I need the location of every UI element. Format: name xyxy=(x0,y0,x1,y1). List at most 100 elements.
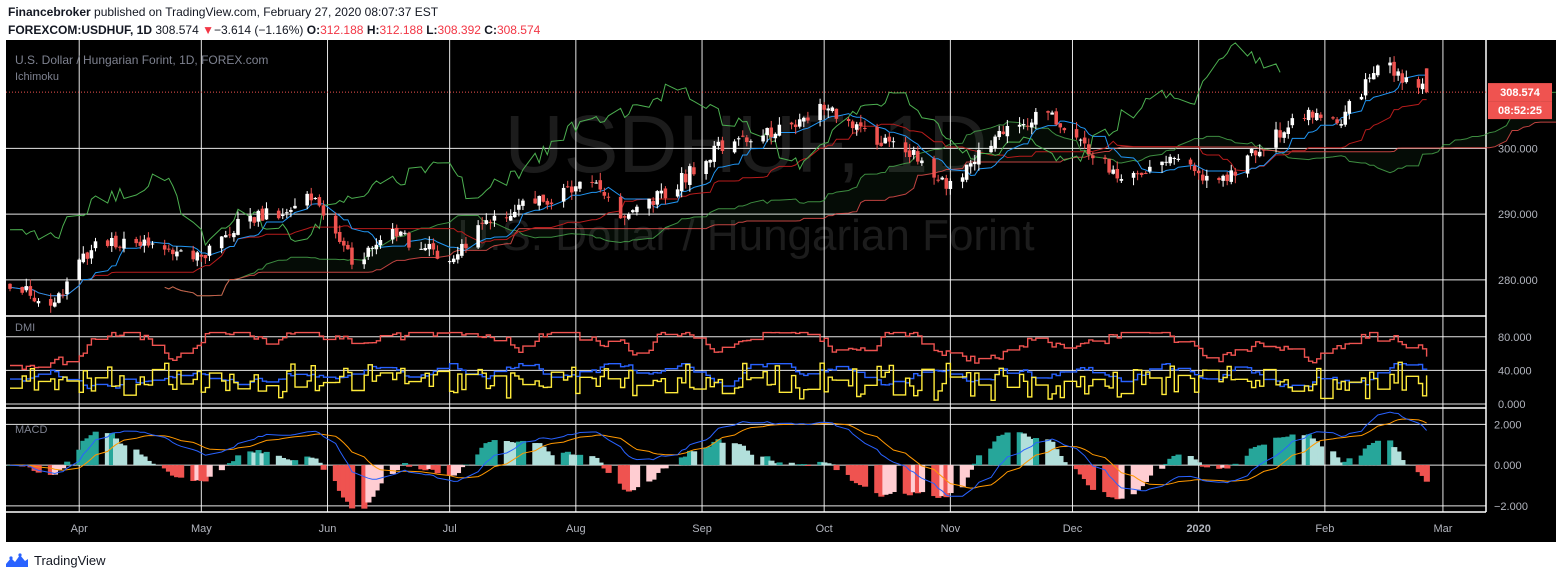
macd-axis-tick: −2.000 xyxy=(1494,501,1528,513)
candle xyxy=(1420,78,1425,94)
candle-body xyxy=(720,140,725,152)
tradingview-logo-icon[interactable] xyxy=(6,553,28,567)
candle-body xyxy=(590,181,594,183)
candle-body xyxy=(964,164,969,180)
candle-body xyxy=(24,286,29,291)
candle-body xyxy=(1274,129,1278,148)
candle xyxy=(93,237,98,252)
candle xyxy=(232,230,236,242)
candle-body xyxy=(1217,177,1221,181)
macd-histogram-bar xyxy=(976,455,983,466)
candle-body xyxy=(618,196,623,219)
candle xyxy=(1282,131,1286,144)
chart-area[interactable]: USDHUF, 1D U.S. Dollar / Hungarian Forint… xyxy=(6,40,1560,542)
candle-body xyxy=(977,150,981,165)
dmi-axis-tick: 40.000 xyxy=(1498,365,1532,377)
candle xyxy=(1331,116,1335,120)
candle xyxy=(1229,164,1234,185)
candle-body xyxy=(854,124,859,130)
macd-histogram-bar xyxy=(862,465,869,487)
macd-axis-tick: 0.000 xyxy=(1494,460,1522,472)
candle xyxy=(248,208,252,229)
last-price: 308.574 xyxy=(155,23,199,37)
candle xyxy=(1168,154,1172,166)
candle xyxy=(1200,169,1205,185)
candle-body xyxy=(162,245,167,250)
macd-histogram-bar xyxy=(1089,465,1097,490)
candle-body xyxy=(1388,62,1392,66)
candle-body xyxy=(903,142,908,153)
candle-body xyxy=(1363,79,1368,96)
candle-body xyxy=(248,215,252,222)
candle-body xyxy=(20,286,24,293)
time-axis-tick: Jun xyxy=(319,523,337,535)
macd-histogram-bar xyxy=(316,462,323,466)
candle-body xyxy=(521,200,525,206)
candle-body xyxy=(769,127,774,138)
candle-body xyxy=(1131,172,1136,178)
dmi-plus-line xyxy=(10,363,1428,390)
candle xyxy=(175,246,179,261)
candle-body xyxy=(513,211,517,218)
candle xyxy=(1253,149,1258,164)
publish-text: published on TradingView.com, February 2… xyxy=(90,5,439,19)
candle xyxy=(223,230,228,238)
candle-body xyxy=(1359,96,1364,100)
candle-body xyxy=(1143,173,1148,175)
candle-body xyxy=(879,142,883,146)
candle xyxy=(732,139,737,154)
candle-body xyxy=(447,261,452,263)
candle xyxy=(28,279,33,300)
time-axis-tick: Oct xyxy=(816,523,833,535)
candle-body xyxy=(830,107,835,111)
candle xyxy=(1347,99,1352,120)
candle xyxy=(65,277,69,300)
candle-body xyxy=(936,179,940,181)
macd-histogram-bar xyxy=(748,454,755,466)
close-label: C: xyxy=(484,23,497,37)
candle-body xyxy=(712,145,717,162)
candle-body xyxy=(1290,118,1295,126)
candle-body xyxy=(464,243,468,249)
candle-body xyxy=(883,137,887,144)
candle-body xyxy=(451,258,456,263)
candle-body xyxy=(179,250,183,252)
brand-name[interactable]: TradingView xyxy=(34,553,106,568)
candle-body xyxy=(1420,83,1425,90)
candle xyxy=(541,194,546,203)
candle xyxy=(964,164,969,183)
candle-body xyxy=(1347,101,1352,114)
candle-body xyxy=(635,206,639,213)
macd-histogram-bar xyxy=(833,465,840,471)
candle xyxy=(199,254,204,263)
candle-body xyxy=(859,122,863,127)
macd-histogram-bar xyxy=(1399,460,1406,466)
chart-svg[interactable]: USDHUF, 1DU.S. Dollar / Hungarian Forint… xyxy=(6,40,1560,542)
candle-body xyxy=(761,135,765,142)
macd-histogram-bar xyxy=(434,465,441,474)
candle-body xyxy=(370,247,375,249)
time-axis-tick: Feb xyxy=(1315,523,1334,535)
candle xyxy=(1314,108,1319,122)
candle xyxy=(1392,56,1396,82)
candle-body xyxy=(1221,175,1225,181)
candle-body xyxy=(708,159,712,163)
candle-body xyxy=(1111,169,1115,174)
candle-body xyxy=(822,104,826,110)
candle-body xyxy=(1245,155,1250,174)
candle xyxy=(1388,57,1392,74)
candle-body xyxy=(77,259,81,280)
candle-body xyxy=(863,128,867,130)
candle xyxy=(1286,120,1291,139)
candle-body xyxy=(476,225,480,248)
candle-body xyxy=(8,283,12,289)
candle-body xyxy=(1253,150,1258,156)
candle-body xyxy=(346,244,350,250)
candle xyxy=(1278,122,1282,143)
candle-body xyxy=(1404,77,1409,83)
candle xyxy=(138,235,143,250)
candle-body xyxy=(1107,158,1111,173)
publisher-name[interactable]: Financebroker xyxy=(8,5,91,19)
ohlc-legend: FOREXCOM:USDHUF, 1D 308.574 ▼−3.614 (−1.… xyxy=(8,23,540,37)
candle xyxy=(655,190,660,209)
